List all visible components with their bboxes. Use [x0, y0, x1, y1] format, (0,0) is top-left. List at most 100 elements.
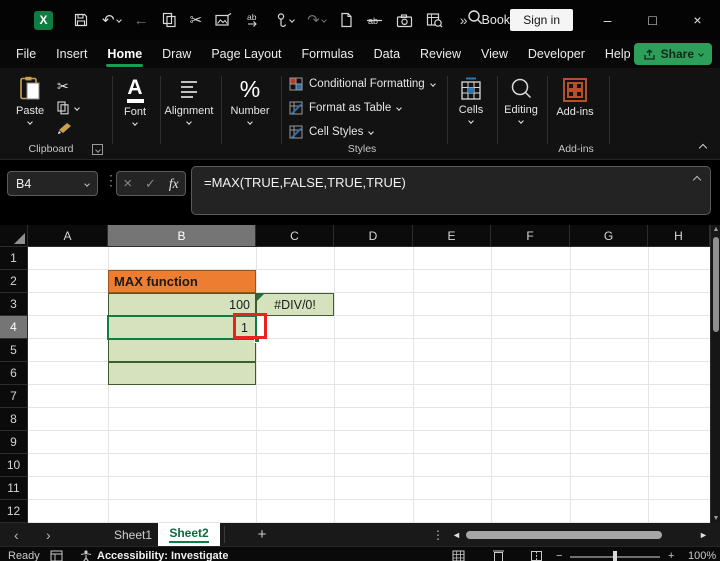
- column-header-g[interactable]: G: [570, 225, 648, 247]
- insert-function-button[interactable]: fx: [169, 176, 179, 192]
- copy-ribbon-button[interactable]: [57, 101, 80, 115]
- row-header-12[interactable]: 12: [0, 500, 28, 523]
- row-header-9[interactable]: 9: [0, 431, 28, 454]
- screenshot-button[interactable]: [215, 12, 232, 28]
- column-header-a[interactable]: A: [28, 225, 108, 247]
- clipboard-dialog-launcher[interactable]: [92, 144, 103, 155]
- share-button[interactable]: Share: [633, 43, 712, 65]
- conditional-formatting-dropdown-icon[interactable]: [429, 81, 436, 87]
- tab-formulas[interactable]: Formulas: [292, 43, 364, 65]
- alignment-dropdown-icon[interactable]: [186, 119, 192, 125]
- maximize-button[interactable]: □: [630, 0, 675, 40]
- addins-button[interactable]: Add-ins: [553, 77, 597, 118]
- cancel-button[interactable]: ×: [123, 175, 132, 192]
- copy-button[interactable]: [162, 12, 177, 28]
- cell-b5[interactable]: [108, 339, 256, 362]
- copy-dropdown-icon[interactable]: [74, 105, 80, 111]
- cut-ribbon-button[interactable]: ✂: [57, 78, 79, 95]
- sheet-tab-sheet1[interactable]: Sheet1: [100, 523, 166, 546]
- format-as-table-button[interactable]: Format as Table: [289, 101, 403, 115]
- save-button[interactable]: [73, 12, 89, 28]
- alignment-group-button[interactable]: Alignment: [161, 78, 217, 125]
- scroll-up-icon[interactable]: ▲: [711, 226, 720, 233]
- sign-in-button[interactable]: Sign in: [510, 9, 573, 31]
- cut-button[interactable]: ✂: [190, 11, 203, 29]
- row-header-3[interactable]: 3: [0, 293, 28, 316]
- page-break-view-button[interactable]: [530, 550, 543, 561]
- cell-c3[interactable]: #DIV/0!: [256, 293, 334, 316]
- vertical-scrollbar-thumb[interactable]: [713, 237, 719, 332]
- scroll-down-icon[interactable]: ▼: [711, 515, 720, 522]
- row-header-7[interactable]: 7: [0, 385, 28, 408]
- inspect-table-button[interactable]: [426, 12, 443, 28]
- column-header-e[interactable]: E: [413, 225, 491, 247]
- hscroll-left-icon[interactable]: ◄: [452, 523, 461, 546]
- cells-dropdown-icon[interactable]: [468, 118, 474, 124]
- tab-file[interactable]: File: [6, 43, 46, 65]
- touch-mode-button[interactable]: [274, 12, 295, 28]
- column-header-d[interactable]: D: [334, 225, 413, 247]
- prev-sheet-button[interactable]: ‹: [14, 523, 19, 546]
- zoom-out-button[interactable]: −: [556, 550, 562, 561]
- sheet-tab-sheet2-active[interactable]: Sheet2: [158, 523, 220, 546]
- cells-area[interactable]: MAX function 100 #DIV/0! 1: [28, 247, 710, 523]
- tab-developer[interactable]: Developer: [518, 43, 595, 65]
- column-header-f[interactable]: F: [491, 225, 570, 247]
- search-button[interactable]: [467, 9, 484, 31]
- enter-button[interactable]: ✓: [145, 176, 156, 192]
- cell-styles-dropdown-icon[interactable]: [368, 129, 375, 135]
- collapse-ribbon-icon[interactable]: [698, 143, 708, 153]
- tab-page-layout[interactable]: Page Layout: [201, 43, 291, 65]
- add-sheet-button[interactable]: +: [252, 523, 272, 546]
- format-as-table-dropdown-icon[interactable]: [396, 105, 403, 111]
- select-all-button[interactable]: [0, 225, 28, 247]
- format-painter-button[interactable]: [57, 121, 79, 138]
- cells-group-button[interactable]: Cells: [450, 77, 492, 124]
- conditional-formatting-button[interactable]: Conditional Formatting: [289, 77, 436, 91]
- strikethrough-button[interactable]: ab: [366, 13, 383, 28]
- sheet-options-button[interactable]: ⋮: [432, 523, 444, 546]
- font-group-button[interactable]: A Font: [113, 77, 157, 126]
- cell-styles-button[interactable]: Cell Styles: [289, 125, 375, 139]
- name-box[interactable]: B4: [7, 171, 98, 196]
- row-header-5[interactable]: 5: [0, 339, 28, 362]
- paste-button[interactable]: Paste: [16, 76, 44, 125]
- zoom-level-label[interactable]: 100%: [688, 550, 716, 561]
- zoom-in-button[interactable]: +: [668, 550, 674, 561]
- tab-home[interactable]: Home: [97, 43, 152, 67]
- tab-draw[interactable]: Draw: [152, 43, 201, 65]
- replace-button[interactable]: ab: [245, 12, 261, 28]
- row-header-10[interactable]: 10: [0, 454, 28, 477]
- row-header-8[interactable]: 8: [0, 408, 28, 431]
- touch-mode-dropdown-icon[interactable]: [289, 17, 295, 23]
- paste-dropdown-icon[interactable]: [27, 119, 33, 125]
- camera-button[interactable]: [396, 13, 413, 28]
- vertical-scrollbar[interactable]: ▲ ▼: [710, 225, 720, 523]
- row-header-11[interactable]: 11: [0, 477, 28, 500]
- row-header-4[interactable]: 4: [0, 316, 28, 339]
- cell-b6[interactable]: [108, 362, 256, 385]
- next-sheet-button[interactable]: ›: [46, 523, 51, 546]
- row-header-1[interactable]: 1: [0, 247, 28, 270]
- column-header-b[interactable]: B: [108, 225, 256, 247]
- accessibility-status[interactable]: Accessibility: Investigate: [80, 550, 228, 561]
- font-dropdown-icon[interactable]: [132, 120, 138, 126]
- row-header-2[interactable]: 2: [0, 270, 28, 293]
- name-box-dropdown-icon[interactable]: [84, 180, 90, 187]
- minimize-button[interactable]: –: [585, 0, 630, 40]
- tab-insert[interactable]: Insert: [46, 43, 97, 65]
- formula-input[interactable]: =MAX(TRUE,FALSE,TRUE,TRUE): [191, 166, 711, 215]
- tab-review[interactable]: Review: [410, 43, 471, 65]
- row-header-6[interactable]: 6: [0, 362, 28, 385]
- redo-dropdown-icon[interactable]: [320, 17, 327, 23]
- column-header-c[interactable]: C: [256, 225, 334, 247]
- horizontal-scrollbar-thumb[interactable]: [466, 531, 662, 539]
- number-dropdown-icon[interactable]: [247, 119, 253, 125]
- hscroll-right-icon[interactable]: ►: [699, 523, 708, 546]
- normal-view-button[interactable]: [452, 550, 465, 561]
- tab-data[interactable]: Data: [364, 43, 410, 65]
- undo-button[interactable]: ↶: [102, 11, 122, 29]
- collapse-formula-bar-icon[interactable]: [692, 175, 702, 185]
- back-button[interactable]: ←: [134, 12, 149, 29]
- page-layout-view-button[interactable]: [492, 550, 505, 561]
